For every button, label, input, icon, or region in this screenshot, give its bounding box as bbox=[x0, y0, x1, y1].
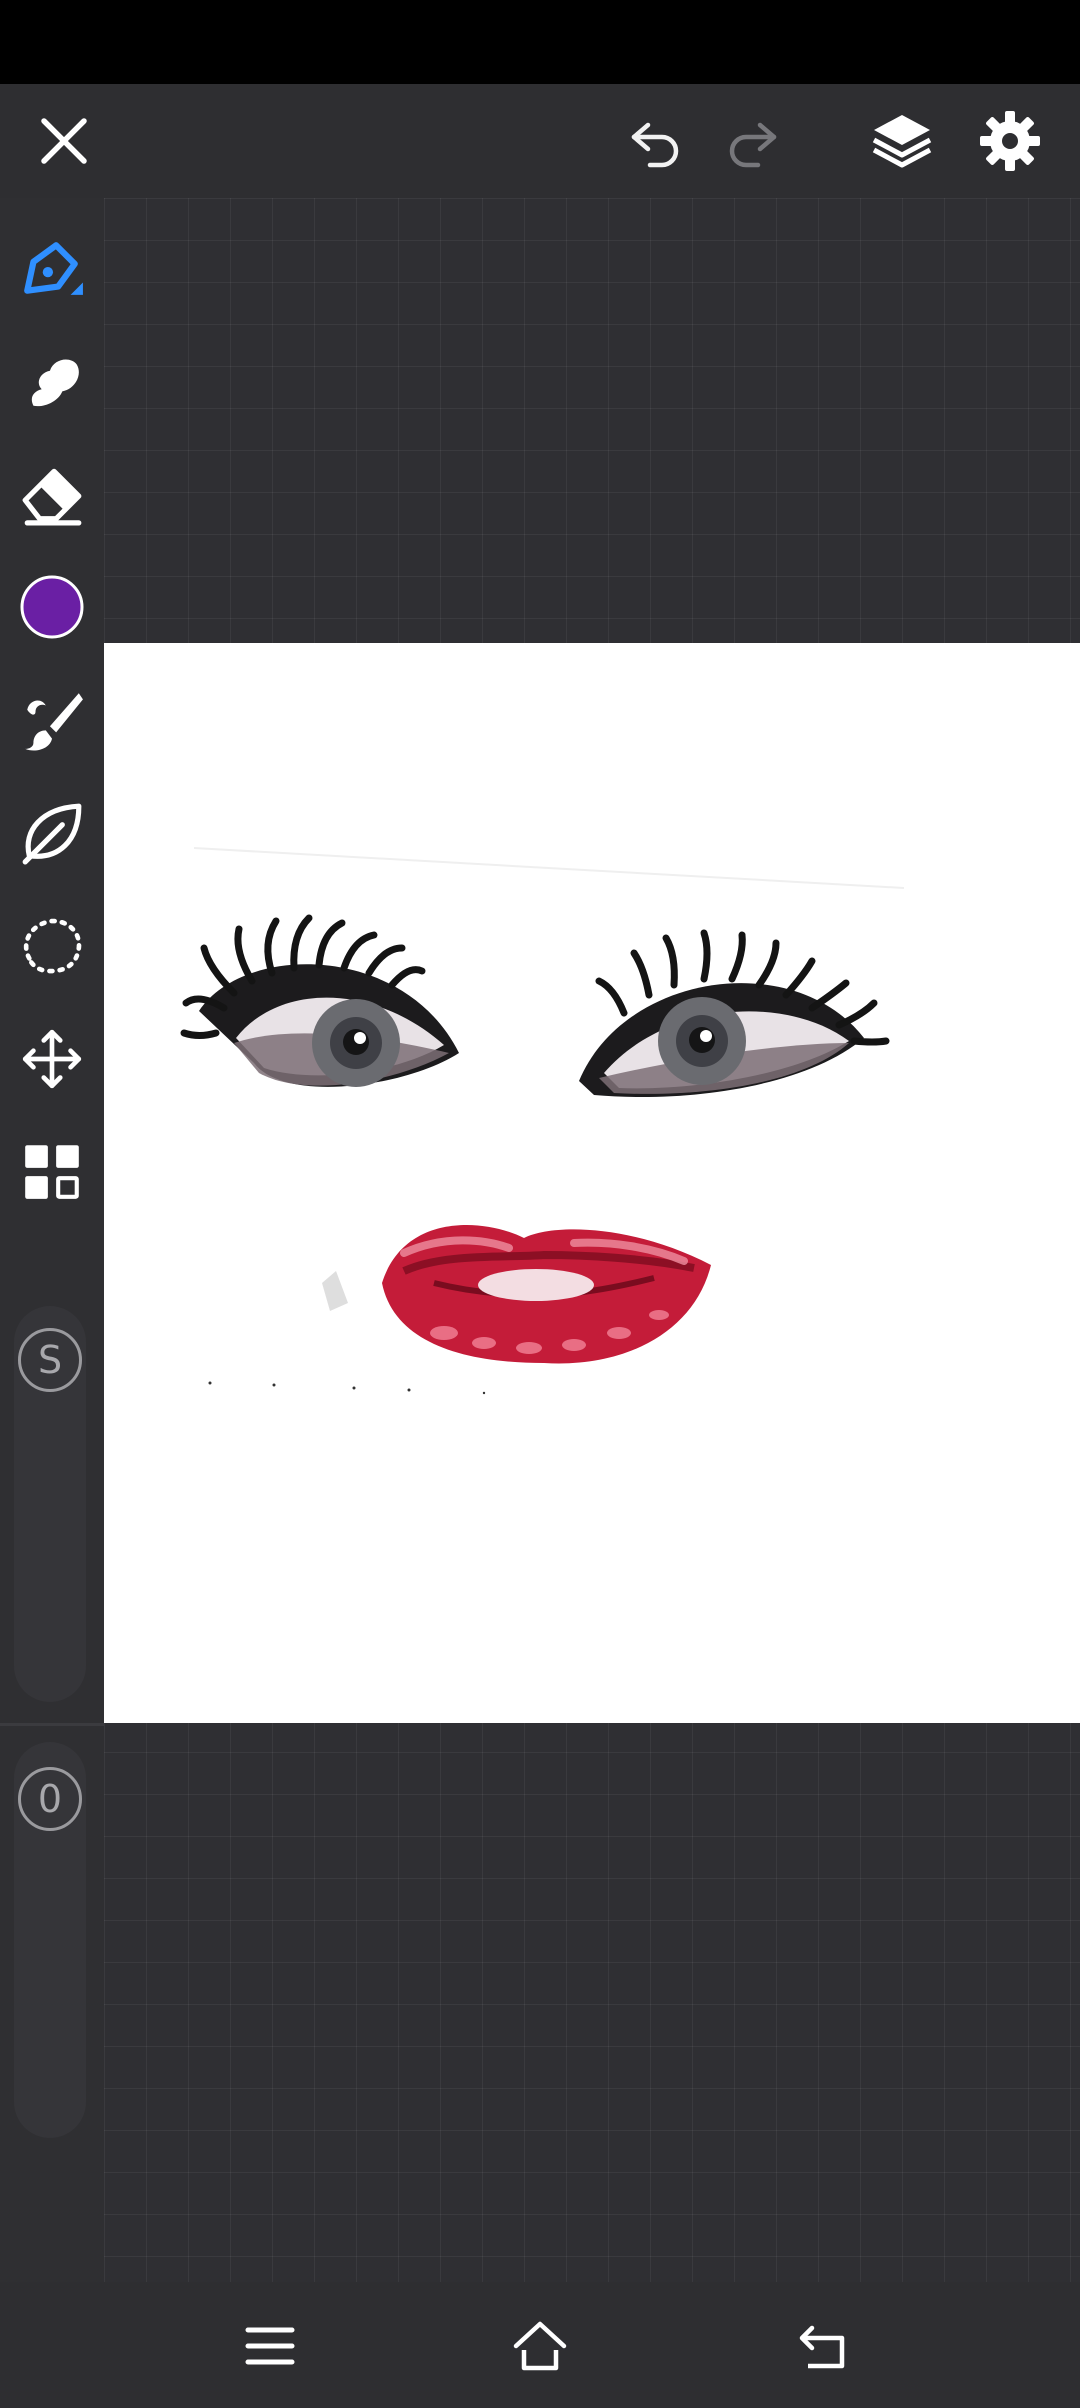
transform-tool[interactable] bbox=[12, 1019, 92, 1099]
leaf-fill-icon bbox=[22, 803, 82, 865]
smudge-icon bbox=[31, 359, 79, 407]
home-icon[interactable] bbox=[510, 2316, 570, 2376]
pen-nib-icon bbox=[24, 242, 83, 295]
eraser-tool[interactable] bbox=[12, 454, 92, 534]
drawing-canvas[interactable] bbox=[104, 643, 1080, 1723]
eraser-icon bbox=[22, 468, 82, 526]
selection-tool[interactable] bbox=[12, 906, 92, 986]
undo-icon[interactable] bbox=[624, 109, 688, 173]
more-tools-button[interactable] bbox=[12, 1132, 92, 1212]
gear-icon[interactable] bbox=[978, 109, 1042, 173]
redo-icon[interactable] bbox=[720, 109, 784, 173]
right-eye-drawing bbox=[579, 929, 890, 1098]
lips-drawing bbox=[322, 1224, 711, 1364]
smudge-tool[interactable] bbox=[12, 341, 92, 421]
opacity-indicator[interactable]: 0 bbox=[18, 1767, 82, 1831]
color-picker-button[interactable] bbox=[12, 567, 92, 647]
status-bar bbox=[0, 0, 1080, 84]
size-indicator[interactable]: S bbox=[18, 1328, 82, 1392]
left-eye-drawing bbox=[180, 914, 459, 1087]
pen-tool[interactable] bbox=[12, 228, 92, 308]
fill-tool[interactable] bbox=[12, 793, 92, 873]
brush-tool[interactable] bbox=[12, 680, 92, 760]
move-arrows-icon bbox=[22, 1029, 82, 1089]
grid-tiles-icon bbox=[25, 1145, 79, 1199]
artwork bbox=[180, 847, 905, 1395]
sidebar-divider bbox=[0, 1723, 104, 1726]
color-swatch bbox=[20, 575, 84, 639]
paint-brush-icon bbox=[25, 693, 83, 751]
close-icon[interactable] bbox=[32, 109, 96, 173]
layers-icon[interactable] bbox=[870, 109, 934, 173]
back-icon[interactable] bbox=[794, 2316, 854, 2376]
lasso-selection-icon bbox=[23, 918, 82, 974]
menu-icon[interactable] bbox=[240, 2316, 300, 2376]
